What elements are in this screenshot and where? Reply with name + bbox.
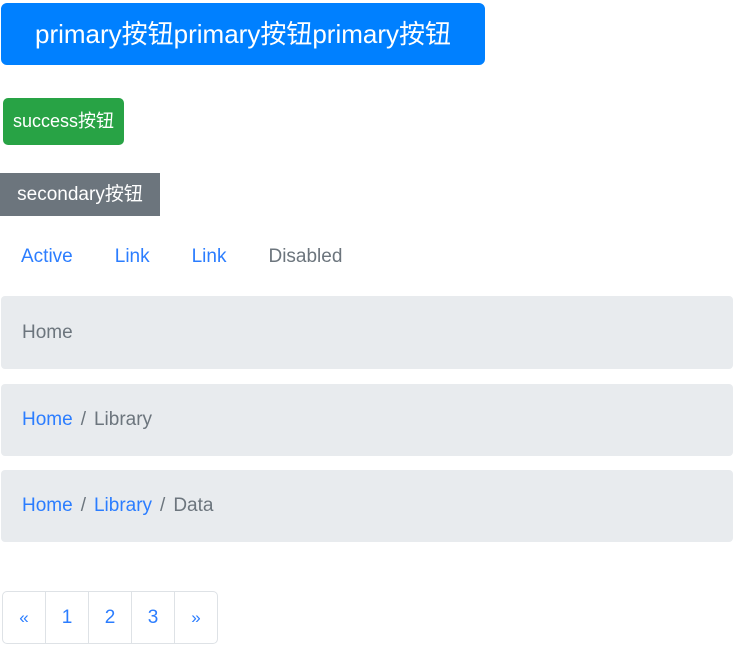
nav-item-link-2[interactable]: Link <box>171 242 248 272</box>
nav-item-link-1[interactable]: Link <box>94 242 171 272</box>
pagination-page-item[interactable]: 1 <box>45 591 89 644</box>
nav-list: Active Link Link Disabled <box>0 242 735 272</box>
breadcrumb-single: Home <box>1 296 733 369</box>
breadcrumb-item-library: Library <box>93 409 153 430</box>
breadcrumb-three-level: Home / Library / Data <box>1 470 733 542</box>
breadcrumb-item-home[interactable]: Home <box>22 495 73 517</box>
success-button[interactable]: success按钮 <box>3 98 124 145</box>
primary-button[interactable]: primary按钮primary按钮primary按钮 <box>1 3 485 65</box>
nav-item-disabled: Disabled <box>247 242 363 272</box>
breadcrumb-two-level: Home / Library <box>1 384 733 456</box>
pagination: « 1 2 3 » <box>2 591 218 644</box>
breadcrumb-item-library[interactable]: Library <box>94 495 152 517</box>
chevron-double-right-icon[interactable]: » <box>174 591 218 644</box>
pagination-next-item[interactable]: » <box>174 591 218 644</box>
breadcrumb-separator: / <box>80 495 86 516</box>
nav-link-disabled: Disabled <box>268 246 343 267</box>
nav-item-active[interactable]: Active <box>0 242 94 272</box>
breadcrumb-item-data: Data <box>173 495 214 516</box>
pagination-page-2[interactable]: 2 <box>88 591 132 644</box>
pagination-page-3[interactable]: 3 <box>131 591 175 644</box>
breadcrumb-link-home[interactable]: Home <box>22 495 73 517</box>
nav-link-1[interactable]: Link <box>94 242 171 272</box>
breadcrumb-separator: / <box>80 409 86 430</box>
nav-link-2[interactable]: Link <box>171 242 248 272</box>
chevron-double-left-icon[interactable]: « <box>2 591 46 644</box>
breadcrumb-link-home[interactable]: Home <box>22 409 73 431</box>
breadcrumb-item-home: Home <box>22 321 73 343</box>
pagination-page-item[interactable]: 2 <box>88 591 132 644</box>
pagination-prev-item[interactable]: « <box>2 591 46 644</box>
secondary-button[interactable]: secondary按钮 <box>0 173 160 216</box>
breadcrumb-item-home[interactable]: Home <box>22 409 73 431</box>
nav-link-active[interactable]: Active <box>0 242 94 272</box>
pagination-page-1[interactable]: 1 <box>45 591 89 644</box>
pagination-page-item[interactable]: 3 <box>131 591 175 644</box>
breadcrumb-link-library[interactable]: Library <box>94 495 152 517</box>
breadcrumb-separator: / <box>160 495 166 516</box>
